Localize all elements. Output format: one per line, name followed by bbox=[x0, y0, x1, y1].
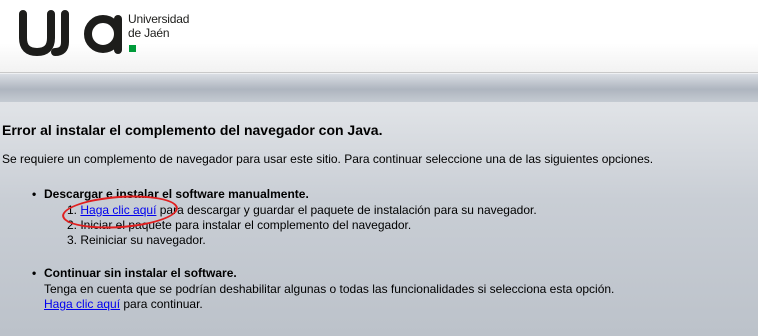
step-1-number: 1. bbox=[67, 203, 78, 217]
step-3: 3. Reiniciar su navegador. bbox=[67, 233, 206, 247]
university-name-line2: de Jaén bbox=[128, 26, 170, 40]
step-1: 1. Haga clic aquí para descargar y guard… bbox=[67, 203, 537, 218]
continue-link[interactable]: Haga clic aquí bbox=[44, 297, 120, 311]
uja-logo bbox=[19, 10, 122, 56]
header-band bbox=[0, 73, 758, 102]
university-name: Universidad de Jaén bbox=[128, 12, 189, 40]
step-1-text: para descargar y guardar el paquete de i… bbox=[156, 203, 537, 217]
option-continue-heading: Continuar sin instalar el software. bbox=[44, 266, 237, 280]
option-continue-line: Haga clic aquí para continuar. bbox=[44, 297, 203, 312]
download-link[interactable]: Haga clic aquí bbox=[80, 203, 156, 217]
site-header: Universidad de Jaén bbox=[0, 0, 758, 73]
university-name-line1: Universidad bbox=[128, 12, 190, 26]
option-continue-note: Tenga en cuenta que se podrían deshabili… bbox=[44, 282, 615, 296]
bullet: • bbox=[32, 187, 37, 201]
option-manual-heading: Descargar e instalar el software manualm… bbox=[44, 187, 309, 201]
intro-text: Se requiere un complemento de navegador … bbox=[2, 152, 654, 166]
bullet: • bbox=[32, 266, 37, 280]
continue-link-suffix: para continuar. bbox=[120, 297, 203, 311]
step-2: 2. Iniciar el paquete para instalar el c… bbox=[67, 218, 412, 232]
logo-green-square bbox=[129, 45, 136, 52]
page-title: Error al instalar el complemento del nav… bbox=[2, 122, 383, 138]
